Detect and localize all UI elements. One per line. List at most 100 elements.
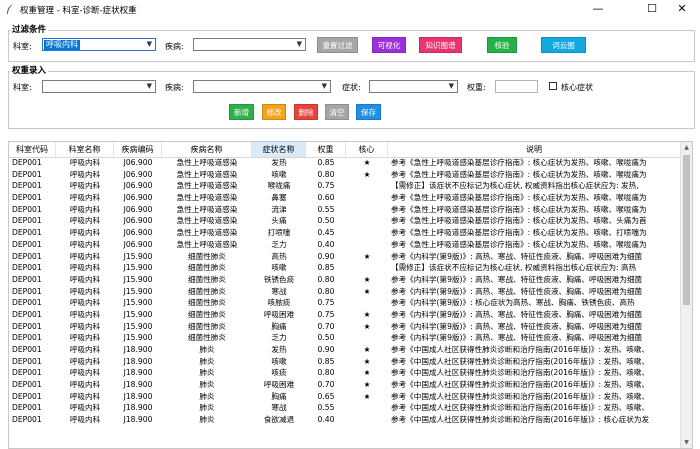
cell-core: [346, 332, 388, 344]
cell-disease-name: 急性上呼吸道感染: [176, 239, 238, 249]
table-row[interactable]: DEP001 呼吸内科 J18.900 肺炎 寒战 0.55 参考《中国成人社区获得性肺炎诊…: [9, 402, 681, 414]
table-row[interactable]: DEP001 呼吸内科 J18.900 肺炎 咳痰 0.80 ★ 参考《中国成人社区获得性肺炎…: [9, 367, 681, 379]
scroll-down-icon[interactable]: ▼: [681, 437, 692, 448]
add-button[interactable]: 新增: [229, 104, 254, 120]
entry-symptom-select[interactable]: ▼: [369, 80, 458, 93]
table-row[interactable]: DEP001 呼吸内科 J15.900 细菌性肺炎 寒战 0.80 ★ 参考《内科学(第9版)…: [9, 286, 681, 298]
column-header-weight[interactable]: 权重: [306, 142, 346, 157]
cell-description: 参考《急性上呼吸道感染基层诊疗指南》: 核心症状为发热、咳嗽、头痛为首: [391, 216, 647, 226]
cell-disease-name: 急性上呼吸道感染: [176, 228, 238, 238]
edit-button[interactable]: 修改: [262, 104, 286, 120]
knowledge-graph-button[interactable]: 知识图谱: [419, 37, 462, 53]
table-row[interactable]: DEP001 呼吸内科 J06.900 急性上呼吸道感染 乏力 0.40 参考《急性上呼吸道…: [9, 239, 681, 251]
core-symptom-checkbox[interactable]: [549, 82, 557, 90]
maximize-button[interactable]: ☐: [638, 0, 666, 18]
cell-dept-name: 呼吸内科: [69, 368, 101, 378]
delete-button[interactable]: 删除: [294, 104, 318, 120]
cell-core: [346, 414, 388, 426]
cell-disease-name: 细菌性肺炎: [188, 251, 226, 261]
chevron-down-icon: ▼: [146, 40, 152, 48]
table-row[interactable]: DEP001 呼吸内科 J06.900 急性上呼吸道感染 流涕 0.55 参考《急性上呼吸道…: [9, 204, 681, 216]
column-header-dept-name[interactable]: 科室名称: [56, 142, 114, 157]
cell-symptom-name: 铁锈色痰: [263, 274, 295, 284]
table-row[interactable]: DEP001 呼吸内科 J06.900 急性上呼吸道感染 鼻塞 0.60 参考《急性上呼吸道…: [9, 192, 681, 204]
cell-dept-name: 呼吸内科: [69, 415, 101, 425]
table-row[interactable]: DEP001 呼吸内科 J18.900 肺炎 咳嗽 0.85 ★ 参考《中国成人社区获得性肺炎…: [9, 356, 681, 368]
cell-description: 参考《内科学(第9版)》: 高热、寒战、特征性痰液、胸痛、呼吸困难为细菌: [391, 274, 643, 284]
cell-symptom-name: 喉咙痛: [267, 181, 291, 191]
save-button[interactable]: 保存: [356, 104, 381, 120]
cell-dept-name: 呼吸内科: [69, 309, 101, 319]
cell-description: 【需修正】该症状不应标记为核心症状, 权威资料指出核心症状应为: 高热: [391, 263, 637, 273]
table-row[interactable]: DEP001 呼吸内科 J06.900 急性上呼吸道感染 发热 0.85 ★ 参考《急性上呼吸…: [9, 157, 681, 169]
cell-core: [346, 262, 388, 274]
table-row[interactable]: DEP001 呼吸内科 J15.900 细菌性肺炎 高热 0.90 ★ 参考《内科学(第9版)…: [9, 251, 681, 263]
table-row[interactable]: DEP001 呼吸内科 J18.900 肺炎 呼吸困难 0.70 ★ 参考《中国成人社区获得性…: [9, 379, 681, 391]
vertical-scrollbar[interactable]: ▲ ▼: [680, 142, 692, 448]
cell-dept-name: 呼吸内科: [69, 228, 101, 238]
cell-weight: 0.75: [317, 298, 335, 308]
scroll-up-icon[interactable]: ▲: [681, 142, 692, 153]
column-header-symptom-name[interactable]: 症状名称: [252, 142, 306, 157]
cell-symptom-name: 高热: [271, 251, 287, 261]
column-header-dept-code[interactable]: 科室代码: [9, 142, 56, 157]
table-row[interactable]: DEP001 呼吸内科 J15.900 细菌性肺炎 咳嗽 0.85 【需修正】该症状不应标记…: [9, 262, 681, 274]
column-header-disease-name[interactable]: 疾病名称: [162, 142, 252, 157]
filter-dept-select[interactable]: 呼吸内科 ▼: [42, 38, 156, 51]
table-row[interactable]: DEP001 呼吸内科 J15.900 细菌性肺炎 咳脓痰 0.75 参考《内科学(第9版)…: [9, 297, 681, 309]
cell-description: 参考《中国成人社区获得性肺炎诊断和治疗指南(2016年版)》: 核心症状为发: [391, 415, 650, 425]
verify-button[interactable]: 核验: [487, 37, 517, 53]
filter-disease-label: 疾病:: [165, 42, 184, 51]
entry-disease-select[interactable]: ▼: [193, 80, 331, 93]
clear-button[interactable]: 清空: [325, 104, 349, 120]
table-row[interactable]: DEP001 呼吸内科 J06.900 急性上呼吸道感染 头痛 0.50 参考《急性上呼吸道…: [9, 215, 681, 227]
column-header-description[interactable]: 说明: [388, 142, 681, 157]
filter-dept-value: 呼吸内科: [44, 40, 80, 50]
filter-disease-select[interactable]: ▼: [193, 38, 306, 51]
entry-disease-label: 疾病:: [165, 83, 184, 92]
entry-symptom-label: 症状:: [342, 83, 361, 92]
cell-dept-code: DEP001: [12, 274, 42, 284]
cell-description: 参考《内科学(第9版)》: 核心症状为高热、寒战、胸痛、铁锈色痰、高热: [391, 298, 635, 308]
cell-disease-code: J15.900: [123, 251, 153, 261]
core-symptom-label: 核心症状: [561, 83, 593, 92]
weight-input[interactable]: [495, 80, 538, 93]
cell-description: 参考《急性上呼吸道感染基层诊疗指南》: 核心症状为发热、咳嗽、喉咙痛为: [391, 193, 647, 203]
cell-dept-name: 呼吸内科: [69, 274, 101, 284]
cell-disease-name: 急性上呼吸道感染: [176, 169, 238, 179]
cell-core: ★: [363, 309, 371, 319]
cell-disease-name: 细菌性肺炎: [188, 286, 226, 296]
table-row[interactable]: DEP001 呼吸内科 J18.900 肺炎 食欲减退 0.40 参考《中国成人社区获得性肺…: [9, 414, 681, 426]
cell-disease-code: J15.900: [123, 286, 153, 296]
entry-dept-select[interactable]: ▼: [42, 80, 156, 93]
cell-dept-code: DEP001: [12, 169, 42, 179]
table-row[interactable]: DEP001 呼吸内科 J15.900 细菌性肺炎 铁锈色痰 0.80 ★ 参考《内科学(第9…: [9, 274, 681, 286]
cell-symptom-name: 打喷嚏: [267, 228, 291, 238]
cell-weight: 0.85: [317, 158, 335, 167]
cell-description: 参考《中国成人社区获得性肺炎诊断和治疗指南(2016年版)》: 发热、咳嗽、: [391, 391, 650, 401]
close-button[interactable]: ✕: [668, 0, 696, 18]
table-row[interactable]: DEP001 呼吸内科 J15.900 细菌性肺炎 乏力 0.50 参考《内科学(第9版)》…: [9, 332, 681, 344]
table-row[interactable]: DEP001 呼吸内科 J18.900 肺炎 胸痛 0.65 ★ 参考《中国成人社区获得性肺炎…: [9, 391, 681, 403]
table-row[interactable]: DEP001 呼吸内科 J15.900 细菌性肺炎 呼吸困难 0.75 ★ 参考《内科学(第9…: [9, 309, 681, 321]
table-row[interactable]: DEP001 呼吸内科 J06.900 急性上呼吸道感染 打喷嚏 0.45 参考《急性上呼吸…: [9, 227, 681, 239]
visualize-button[interactable]: 可视化: [372, 37, 406, 53]
filter-group-title: 过滤条件: [10, 23, 49, 35]
cell-disease-name: 细菌性肺炎: [188, 309, 226, 319]
reset-filter-button[interactable]: 重置过滤: [317, 37, 358, 53]
table-row[interactable]: DEP001 呼吸内科 J06.900 急性上呼吸道感染 喉咙痛 0.75 【需修正】该症状…: [9, 180, 681, 192]
scrollbar-thumb[interactable]: [683, 155, 690, 305]
table-row[interactable]: DEP001 呼吸内科 J06.900 急性上呼吸道感染 咳嗽 0.80 ★ 参考《急性上呼吸…: [9, 169, 681, 181]
cell-weight: 0.40: [317, 239, 335, 249]
minimize-icon: —: [592, 2, 604, 15]
column-header-core[interactable]: 核心: [346, 142, 388, 157]
table-row[interactable]: DEP001 呼吸内科 J18.900 肺炎 发热 0.90 ★ 参考《中国成人社区获得性肺炎…: [9, 344, 681, 356]
cell-symptom-name: 寒战: [271, 286, 287, 296]
cell-dept-name: 呼吸内科: [69, 403, 101, 413]
minimize-button[interactable]: —: [584, 0, 612, 18]
word-cloud-button[interactable]: 词云图: [541, 37, 586, 53]
cell-description: 参考《中国成人社区获得性肺炎诊断和治疗指南(2016年版)》: 发热、咳嗽、: [391, 380, 650, 390]
cell-disease-name: 肺炎: [199, 368, 215, 378]
table-row[interactable]: DEP001 呼吸内科 J15.900 细菌性肺炎 胸痛 0.70 ★ 参考《内科学(第9版)…: [9, 321, 681, 333]
column-header-disease-code[interactable]: 疾病编码: [114, 142, 162, 157]
